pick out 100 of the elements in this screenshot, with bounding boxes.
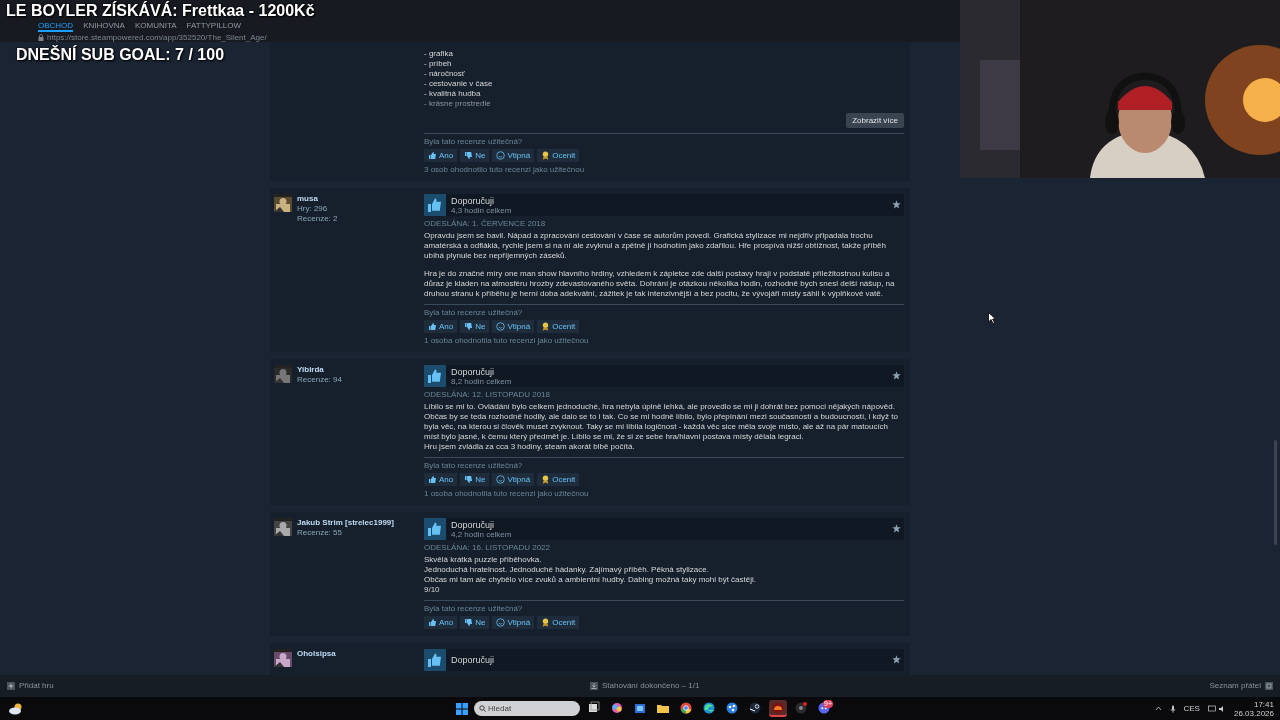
show-more-button[interactable]: Zobrazit více: [846, 113, 904, 128]
helpful-question: Byla tato recenze užitečná?: [424, 604, 524, 613]
award-icon: [541, 322, 551, 331]
url-text: https://store.steampowered.com/app/352520/The_Silent_Age/: [47, 33, 267, 42]
playtime-text: 4,2 hodin celkem: [451, 529, 512, 539]
author-stat: Hry: 296: [297, 204, 329, 214]
author-stat: Recenze: 94: [297, 375, 342, 385]
clock-date[interactable]: 26.03.2026: [1233, 708, 1274, 718]
microphone-icon[interactable]: [1169, 704, 1176, 713]
star-icon[interactable]: [892, 371, 901, 380]
vote-button[interactable]: Ano: [424, 473, 458, 486]
posted-date: ODESLÁNA: 1. ČERVENCE 2018: [424, 219, 547, 228]
author-name[interactable]: Oholsipsa: [297, 649, 336, 659]
award-icon: [541, 151, 551, 160]
nodes-app-icon: [725, 700, 739, 715]
posted-date: ODESLÁNA: 12. LISTOPADU 2018: [424, 390, 551, 399]
verdict-text: Doporučuji: [451, 519, 495, 530]
friends-list-button[interactable]: Seznam přátel: [1209, 680, 1273, 692]
wave-browser-icon: [702, 700, 716, 715]
vote-button[interactable]: Vtipná: [492, 149, 535, 162]
helpful-question: Byla tato recenze užitečná?: [424, 137, 524, 146]
smiley-icon: [496, 618, 506, 627]
thumbs-up-icon: [424, 365, 446, 387]
mouse-cursor-icon: [988, 312, 996, 324]
playtime-text: 4,3 hodin celkem: [451, 205, 512, 215]
nav-tab[interactable]: FATTYPILLOW: [186, 21, 242, 32]
vote-button[interactable]: Ocenit: [537, 473, 580, 486]
steam-app-icon: [748, 700, 762, 715]
vote-button[interactable]: Ne: [460, 616, 490, 629]
award-icon: [541, 475, 551, 484]
thumbs-down-icon: [464, 618, 474, 627]
clock-time[interactable]: 17:41: [1253, 699, 1274, 709]
star-icon[interactable]: [892, 655, 901, 664]
scrollbar-thumb[interactable]: [1274, 440, 1277, 545]
vote-button[interactable]: Ne: [460, 473, 490, 486]
smiley-icon: [496, 322, 506, 331]
vote-button[interactable]: Ocenit: [537, 149, 580, 162]
helpful-count: 1 osoba ohodnotila tuto recenzi jako užitečnou: [424, 489, 590, 498]
vote-button[interactable]: Ano: [424, 320, 458, 333]
vote-button[interactable]: Ocenit: [537, 320, 580, 333]
author-stat: Recenze: 2: [297, 214, 338, 224]
review-text: Líbilo se mi to. Ovládání bylo celkem jednoduché, hra nebyla úplně lehká, ale provedlo se mi ji dohrát bez pomoci nějakých nápověd. Občas by se teda rozhodně hodily, ale dalo se to i tak. Co se mi hodně líbilo, bylo přepínání mezi současností a budoucností, i když to byla věc, na kterou si člověk muset zvyknout. Taky se mi líbila logičnost - každá věc sice měla svoje místo, ale až na pár matoucích míst bylo jasné, k čemu který předmět je. Líbilo se mi, že si ze sebe hra/hlavní postava místy dělala legraci. Hru jsem zvládla za cca 3 hodiny, steam akorát blbě počítá.: [424, 402, 899, 452]
thumbs-up-icon: [424, 649, 446, 671]
multicolor-app-icon: [610, 700, 624, 715]
star-icon[interactable]: [892, 524, 901, 533]
verdict-text: Doporučuji: [451, 366, 495, 377]
smiley-icon: [496, 151, 506, 160]
vote-button[interactable]: Vtipná: [492, 320, 535, 333]
award-icon: [541, 618, 551, 627]
thumbs-up-icon: [428, 475, 437, 484]
vote-button[interactable]: Ano: [424, 149, 458, 162]
thumbs-up-icon: [424, 194, 446, 216]
vote-button[interactable]: Vtipná: [492, 616, 535, 629]
add-game-button[interactable]: Přidat hru: [7, 680, 54, 692]
vote-button[interactable]: Ano: [424, 616, 458, 629]
thumbs-up-icon: [428, 322, 437, 331]
posted-date: ODESLÁNA: 16. LISTOPADU 2022: [424, 543, 551, 552]
vote-button[interactable]: Ocenit: [537, 616, 580, 629]
helpful-count: 1 osoba ohodnotila tuto recenzi jako užitečnou: [424, 336, 590, 345]
star-icon[interactable]: [892, 200, 901, 209]
author-name[interactable]: Yibirda: [297, 365, 342, 375]
helpful-question: Byla tato recenze užitečná?: [424, 308, 524, 317]
nav-tab[interactable]: OBCHOD: [38, 21, 74, 32]
author-name[interactable]: Jakub Strim [strelec1999]: [297, 518, 394, 528]
vote-button[interactable]: Ne: [460, 320, 490, 333]
thumbs-up-icon: [428, 151, 437, 160]
nav-tab[interactable]: KOMUNITA: [134, 21, 177, 32]
arc-app-icon: [771, 700, 785, 715]
thumbs-up-icon: [428, 618, 437, 627]
playtime-text: 8,2 hodin celkem: [451, 376, 512, 386]
network-volume-icon[interactable]: [1207, 704, 1226, 713]
thumbs-up-icon: [424, 518, 446, 540]
review-text: Skvělá krátká puzzle příběhovka. Jednoduchá hratelnost. Jednoduché hádanky. Zajímavý příběh. Pěkná stylizace. Občas mi tam ale chybělo více zvuků a ambientní hudby. Dabing možná taky mohl být častěji. 9/10: [424, 555, 757, 595]
stream-alert-text: LE BOYLER ZÍSKÁVÁ: Frettkaa - 1200Kč: [6, 2, 315, 20]
verdict-text: Doporučuji: [451, 195, 495, 206]
author-stat: Recenze: 55: [297, 528, 343, 538]
sub-goal-text: DNEŠNÍ SUB GOAL: 7 / 100: [16, 46, 225, 64]
review-text: Hra je do značné míry one man show hlavního hrdiny, vzhledem k zápletce zde další postavy hrají v podstatě příležitostnou kulisu a důraz je kladen na atmosféru hrozby zdevastovaného světa. Dohrání je otázkou několika hodin, rozhodně bych snesl delší nášup, na druhou stranu k příběhu je herní doba adekvátní, zážitek je tak intenzivnější a bez pocitu, že vývojáři místy sáhli k výplňkové vatě.: [424, 269, 896, 299]
thumbs-down-icon: [464, 475, 474, 484]
windows-start-icon[interactable]: [455, 701, 469, 716]
author-name[interactable]: musa: [297, 194, 338, 204]
downloads-button[interactable]: Stahování dokončeno – 1/1: [590, 680, 700, 692]
smiley-icon: [496, 475, 506, 484]
vote-button[interactable]: Ne: [460, 149, 490, 162]
thumbs-down-icon: [464, 322, 474, 331]
vote-button[interactable]: Vtipná: [492, 473, 535, 486]
helpful-question: Byla tato recenze užitečná?: [424, 461, 524, 470]
weather-icon[interactable]: [8, 702, 24, 715]
language-indicator[interactable]: CES: [1183, 702, 1200, 715]
thumbs-down-icon: [464, 151, 474, 160]
friends-icon: [1265, 682, 1273, 690]
helpful-count: 3 osob ohodnotilo tuto recenzi jako užitečnou: [424, 165, 586, 174]
task-view-icon: [587, 700, 601, 715]
chevron-up-icon[interactable]: [1154, 706, 1162, 711]
nav-tab[interactable]: KNIHOVNA: [83, 21, 125, 32]
review-text: - grafika - príbeh - náročnosť - cestovanie v čase - kvalitná hudba - krásne prostredie: [424, 49, 494, 109]
verdict-text: Doporučuji: [451, 655, 495, 665]
download-icon: [590, 682, 598, 690]
lock-icon: [38, 34, 44, 41]
search-field[interactable]: Hledat: [474, 701, 580, 716]
